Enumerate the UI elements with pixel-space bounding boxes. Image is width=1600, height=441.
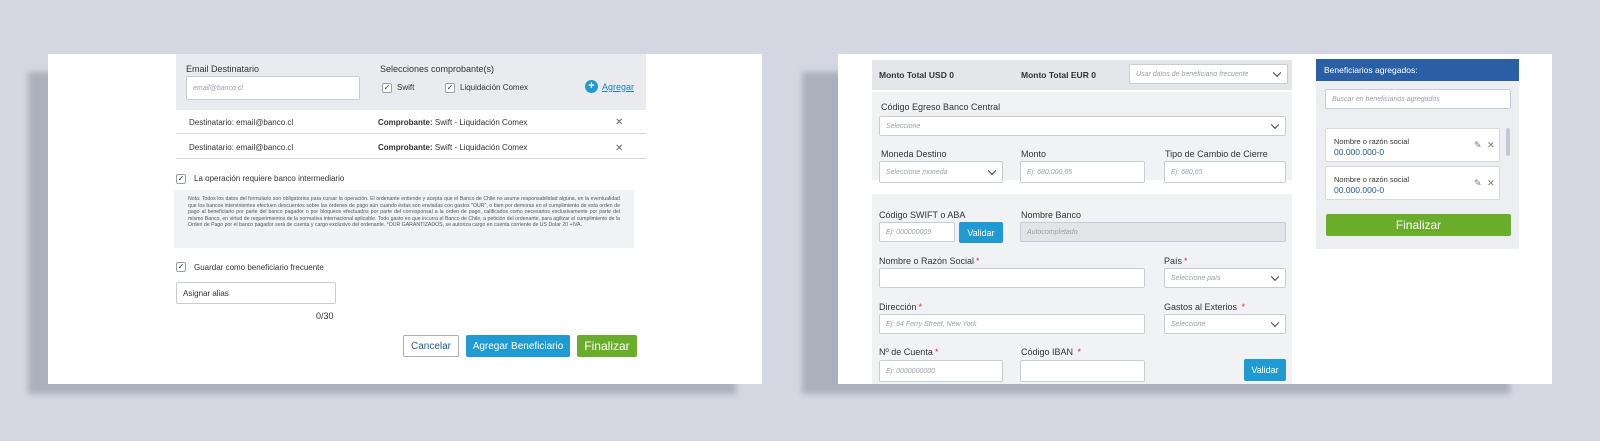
- swift-input[interactable]: Ej: 000000009: [879, 222, 955, 242]
- gastos-text: Gastos al Exterios: [1164, 302, 1238, 312]
- monto-input[interactable]: Ej: 680.000,65: [1020, 161, 1145, 183]
- recipient-row-1-comp: Comprobante: Swift - Liquidación Comex: [378, 118, 527, 127]
- divider: [176, 133, 646, 134]
- beneficiario-list: Nombre o razón social 00.000.000-0 ✎ ✕ N…: [1325, 128, 1511, 208]
- intermediario-label: La operación requiere banco intermediari…: [194, 174, 345, 183]
- agregar-label: Agregar: [602, 81, 635, 92]
- moneda-label: Moneda Destino: [881, 149, 947, 159]
- gastos-select[interactable]: Seleccione: [1164, 314, 1286, 334]
- edit-pencil-icon[interactable]: ✎: [1474, 178, 1482, 189]
- beneficiary-form-card: Monto Total USD 0 Monto Total EUR 0 Usar…: [838, 54, 1552, 384]
- intermediario-checkbox[interactable]: ✓: [176, 174, 186, 184]
- cancel-button[interactable]: Cancelar: [403, 335, 459, 357]
- pais-label: País *: [1164, 256, 1188, 266]
- cuenta-input[interactable]: Ej: 0000000000: [879, 360, 1003, 382]
- alias-counter: 0/30: [316, 311, 334, 321]
- beneficiarios-title: Beneficiarios agregados:: [1324, 65, 1418, 75]
- gastos-label: Gastos al Exterios *: [1164, 302, 1246, 312]
- guardar-frecuente-checkbox[interactable]: ✓: [176, 262, 186, 272]
- edit-pencil-icon[interactable]: ✎: [1474, 140, 1482, 151]
- divider: [176, 158, 646, 159]
- nombre-banco-label: Nombre Banco: [1021, 210, 1082, 220]
- beneficiario-frecuente-select[interactable]: Usar datos de beneficiario frecuente: [1129, 64, 1288, 84]
- beneficiario-rut: 00.000.000-0: [1334, 185, 1385, 195]
- email-label: Email Destinatario: [186, 64, 260, 74]
- liquidacion-checkbox-label: Liquidación Comex: [460, 83, 529, 92]
- comp-value: Swift - Liquidación Comex: [434, 143, 528, 152]
- monto-usd: Monto Total USD 0: [879, 70, 954, 80]
- moneda-select[interactable]: Seleccione moneda: [879, 161, 1003, 183]
- tipo-cambio-input[interactable]: Ej: 680,65: [1164, 161, 1286, 183]
- tipo-cambio-label: Tipo de Cambio de Cierre: [1165, 149, 1268, 159]
- comprobante-label: Selecciones comprobante(s): [380, 64, 495, 74]
- cuenta-label: Nº de Cuenta *: [879, 347, 939, 357]
- legal-note: Nota: Todos los datos del formulario son…: [174, 190, 634, 248]
- monto-eur: Monto Total EUR 0: [1021, 70, 1096, 80]
- dest-value: email@banco.cl: [236, 143, 294, 152]
- agregar-link[interactable]: + Agregar: [585, 80, 634, 93]
- validar-iban-button[interactable]: Validar: [1244, 359, 1286, 381]
- comp-value: Swift - Liquidación Comex: [434, 118, 528, 127]
- razon-social-text: Nombre o Razón Social: [879, 256, 975, 266]
- swift-label: Código SWIFT o ABA: [879, 210, 966, 220]
- direccion-text: Dirección: [879, 302, 917, 312]
- beneficiario-item[interactable]: Nombre o razón social 00.000.000-0 ✎ ✕: [1325, 128, 1500, 162]
- close-icon[interactable]: ✕: [1487, 140, 1495, 151]
- agregar-beneficiario-button[interactable]: Agregar Beneficiario: [466, 335, 570, 357]
- remove-recipient-2-icon[interactable]: ✕: [615, 144, 623, 154]
- beneficiario-name: Nombre o razón social: [1334, 137, 1410, 146]
- beneficiario-name: Nombre o razón social: [1334, 175, 1410, 184]
- iban-label: Código IBAN *: [1021, 347, 1082, 357]
- iban-input[interactable]: [1020, 360, 1145, 382]
- swift-checkbox-label: Swift: [397, 83, 415, 92]
- dest-label: Destinatario:: [189, 143, 234, 152]
- plus-circle-icon: +: [585, 80, 598, 93]
- razon-social-input[interactable]: [879, 268, 1145, 288]
- codigo-egreso-label: Código Egreso Banco Central: [881, 102, 1001, 112]
- monto-label: Monto: [1021, 149, 1047, 159]
- close-icon[interactable]: ✕: [1487, 178, 1495, 189]
- alias-input[interactable]: Asignar alias: [176, 282, 336, 304]
- finalizar-panel-button[interactable]: Finalizar: [1326, 214, 1511, 236]
- nombre-banco-input: Autocompletado: [1020, 222, 1286, 242]
- email-input[interactable]: email@banco.cl: [186, 76, 360, 100]
- pais-select[interactable]: Seleccione país: [1164, 268, 1286, 288]
- guardar-frecuente-label: Guardar como beneficiario frecuente: [194, 263, 324, 272]
- iban-text: Código IBAN: [1021, 347, 1074, 357]
- buscar-beneficiarios-input[interactable]: Buscar en beneficiarios agregados: [1325, 89, 1511, 109]
- dest-label: Destinatario:: [189, 118, 234, 127]
- razon-social-label: Nombre o Razón Social *: [879, 256, 980, 266]
- codigo-egreso-select[interactable]: Seleccione: [879, 116, 1286, 136]
- comp-label: Comprobante:: [378, 143, 433, 152]
- beneficiario-rut: 00.000.000-0: [1334, 147, 1385, 157]
- cuenta-text: Nº de Cuenta: [879, 347, 933, 357]
- direccion-input[interactable]: Ej: 64 Ferry Street, New York: [879, 314, 1145, 334]
- liquidacion-checkbox[interactable]: ✓: [445, 83, 455, 93]
- swift-checkbox[interactable]: ✓: [382, 83, 392, 93]
- dest-value: email@banco.cl: [236, 118, 294, 127]
- recipient-row-2-dest: Destinatario: email@banco.cl: [189, 143, 293, 152]
- finalizar-button[interactable]: Finalizar: [577, 335, 637, 357]
- comp-label: Comprobante:: [378, 118, 433, 127]
- email-recipients-card: Email Destinatario email@banco.cl Selecc…: [48, 54, 762, 384]
- beneficiario-item[interactable]: Nombre o razón social 00.000.000-0 ✎ ✕: [1325, 166, 1500, 200]
- list-scrollbar[interactable]: [1506, 128, 1510, 156]
- pais-text: País: [1164, 256, 1183, 266]
- recipient-row-2-comp: Comprobante: Swift - Liquidación Comex: [378, 143, 527, 152]
- recipient-row-1-dest: Destinatario: email@banco.cl: [189, 118, 293, 127]
- validar-swift-button[interactable]: Validar: [959, 222, 1003, 243]
- direccion-label: Dirección *: [879, 302, 923, 312]
- remove-recipient-1-icon[interactable]: ✕: [615, 118, 623, 128]
